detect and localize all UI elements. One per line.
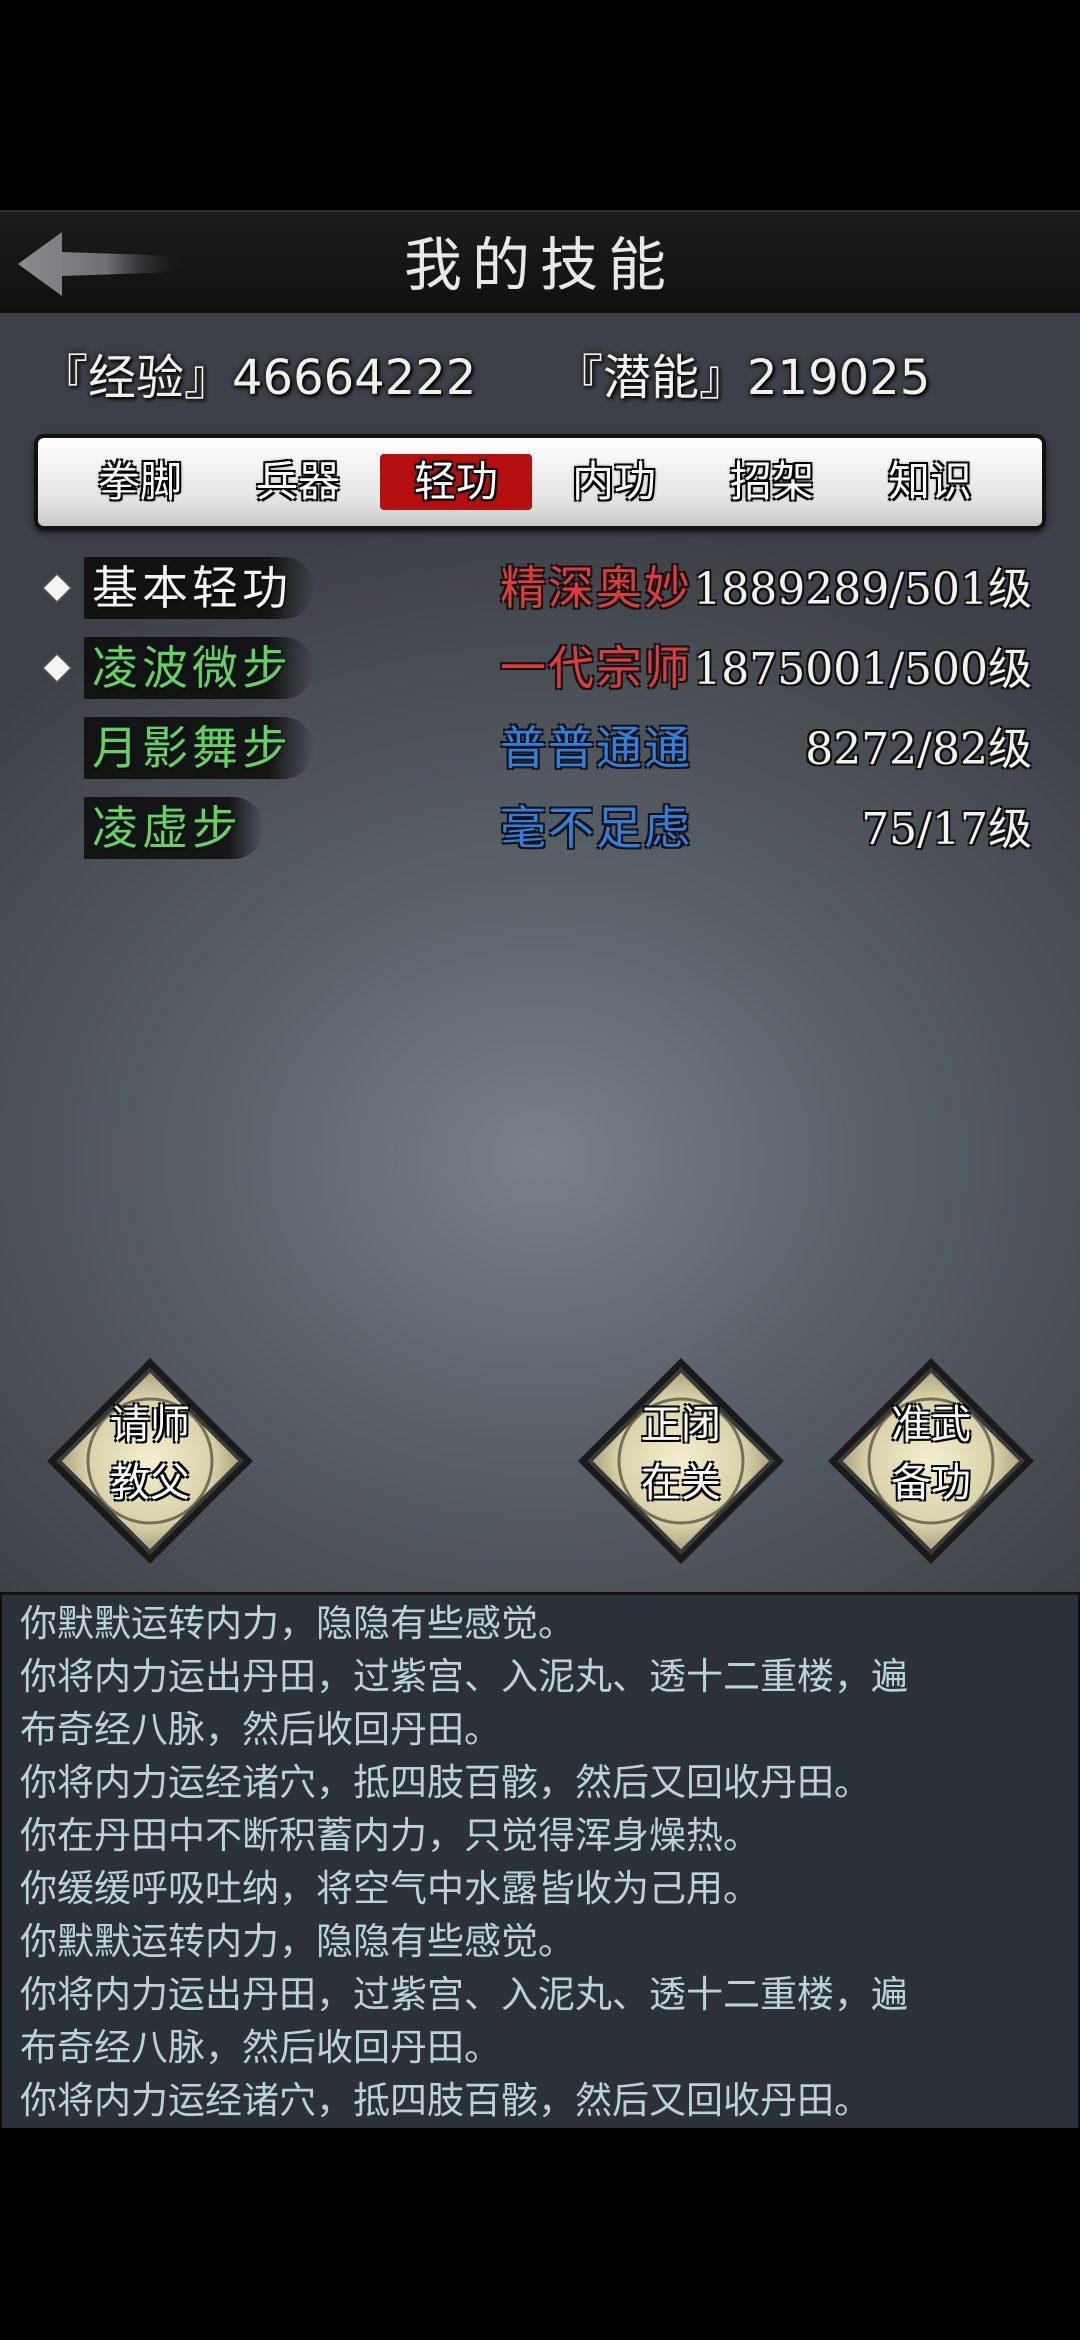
log-line: 你将内力运经诸穴，抵四肢百骸，然后又回收丹田。 (20, 2079, 871, 2122)
action-label: 正闭 (641, 1402, 721, 1448)
log-line: 你将内力运经诸穴，抵四肢百骸，然后又回收丹田。 (20, 1761, 871, 1804)
skill-level: 1875001/500级 (693, 644, 1032, 695)
experience-stat: 『经验』46664222 (40, 350, 477, 406)
log-line: 布奇经八脉，然后收回丹田。 (20, 1708, 501, 1751)
skill-row[interactable]: 凌虚步 毫不足虑 75/17级 (34, 791, 1046, 869)
log-line: 你默默运转内力，隐隐有些感觉。 (20, 1920, 575, 1963)
page-title: 我的技能 (403, 231, 676, 299)
action-label: 准武 (891, 1402, 971, 1448)
skills-panel: 『经验』46664222 『潜能』219025 拳脚 兵器 轻功 内功 招架 知… (0, 316, 1080, 1592)
log-list: 你默默运转内力，隐隐有些感觉。 你将内力运出丹田，过紫宫、入泥丸、透十二重楼，遍… (20, 1597, 1060, 2127)
skill-row[interactable]: 基本轻功 精深奥妙 1889289/501级 (34, 551, 1046, 629)
action-label: 教父 (110, 1460, 190, 1506)
action-label: 请师 (110, 1402, 190, 1448)
stats-bar: 『经验』46664222 『潜能』219025 (0, 338, 1080, 418)
skill-name: 月影舞步 (84, 717, 314, 779)
tab-knowledge[interactable]: 知识 (854, 454, 1006, 510)
tab-fist[interactable]: 拳脚 (64, 454, 216, 510)
tab-parry[interactable]: 招架 (696, 454, 848, 510)
action-label: 备功 (891, 1460, 971, 1506)
log-line: 你将内力运出丹田，过紫宫、入泥丸、透十二重楼，遍 (20, 1655, 908, 1698)
skill-row[interactable]: 凌波微步 一代宗师 1875001/500级 (34, 631, 1046, 709)
message-log[interactable]: 你默默运转内力，隐隐有些感觉。 你将内力运出丹田，过紫宫、入泥丸、透十二重楼，遍… (0, 1592, 1080, 2128)
skill-rank: 一代宗师 (500, 641, 692, 695)
action-label: 在关 (641, 1460, 721, 1506)
tab-internal[interactable]: 内功 (538, 454, 690, 510)
tab-lightness[interactable]: 轻功 (380, 454, 532, 510)
closed-training-button[interactable]: 正闭 在关 (576, 1356, 786, 1566)
skill-level: 75/17级 (861, 804, 1032, 855)
skill-rank: 普普通通 (500, 721, 692, 775)
log-line: 布奇经八脉，然后收回丹田。 (20, 2026, 501, 2069)
app-root: 我的技能 『经验』46664222 『潜能』219025 拳脚 兵器 轻功 内功… (0, 0, 1080, 2340)
skill-name: 基本轻功 (84, 557, 314, 619)
log-line: 你默默运转内力，隐隐有些感觉。 (20, 1602, 575, 1645)
header-bar: 我的技能 (0, 210, 1080, 316)
tab-weapon[interactable]: 兵器 (222, 454, 374, 510)
diamond-marker-icon (42, 653, 72, 683)
ask-master-button[interactable]: 请师 教父 (45, 1356, 255, 1566)
log-line: 你缓缓呼吸吐纳，将空气中水露皆收为己用。 (20, 1867, 760, 1910)
potential-stat: 『潜能』219025 (555, 350, 931, 406)
skill-row[interactable]: 月影舞步 普普通通 8272/82级 (34, 711, 1046, 789)
skill-name: 凌波微步 (84, 637, 314, 699)
diamond-marker-icon (42, 573, 72, 603)
skill-level: 1889289/501级 (693, 564, 1032, 615)
skill-name: 凌虚步 (84, 797, 264, 859)
log-line: 你在丹田中不断积蓄内力，只觉得浑身燥热。 (20, 1814, 760, 1857)
prepare-skill-button[interactable]: 准武 备功 (826, 1356, 1036, 1566)
skill-category-tabs: 拳脚 兵器 轻功 内功 招架 知识 (34, 434, 1046, 530)
skill-rank: 毫不足虑 (500, 801, 692, 855)
skill-rank: 精深奥妙 (500, 561, 692, 615)
log-line: 你将内力运出丹田，过紫宫、入泥丸、透十二重楼，遍 (20, 1973, 908, 2016)
skill-level: 8272/82级 (805, 724, 1032, 775)
